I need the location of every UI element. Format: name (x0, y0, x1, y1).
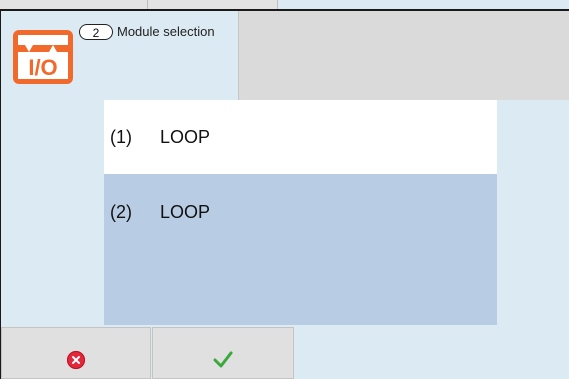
page-title: Module selection (117, 24, 215, 39)
list-item[interactable]: (2) LOOP (104, 174, 497, 325)
module-number: (2) (110, 202, 132, 222)
top-tab-remnant-left (0, 0, 148, 9)
io-module-icon: I/O (13, 30, 73, 84)
dialog-window: I/O 2 Module selection (1) LOOP (2) LOOP (0, 0, 569, 379)
cancel-icon (67, 351, 85, 369)
list-item[interactable]: (1) LOOP (104, 100, 497, 174)
left-divider (0, 11, 1, 379)
checkmark-icon (213, 351, 233, 368)
confirm-button[interactable] (152, 327, 294, 379)
module-list: (1) LOOP (2) LOOP (104, 100, 497, 325)
step-number-badge: 2 (79, 24, 113, 40)
module-number: (1) (110, 126, 132, 147)
header-info-panel (238, 11, 569, 100)
svg-text:I/O: I/O (28, 55, 57, 80)
module-name: LOOP (160, 202, 211, 222)
top-tab-remnant-right (148, 0, 278, 9)
cancel-button[interactable] (1, 327, 151, 379)
module-name: LOOP (160, 126, 211, 147)
